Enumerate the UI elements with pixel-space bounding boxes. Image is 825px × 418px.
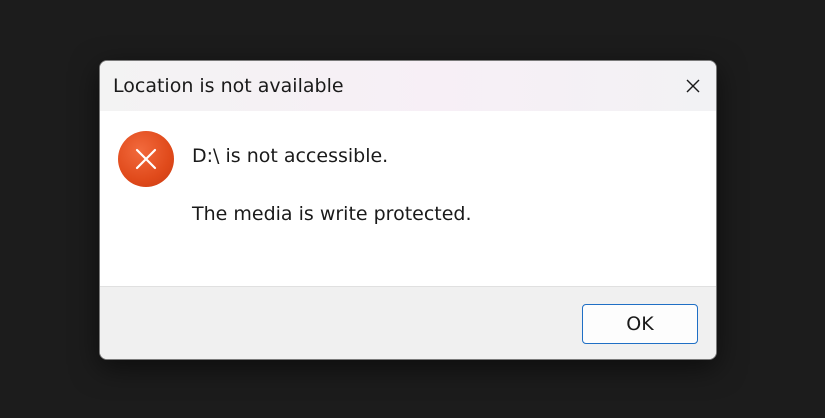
close-icon [686,79,700,93]
dialog-content: D:\ is not accessible. The media is writ… [100,111,716,286]
dialog-titlebar: Location is not available [100,61,716,111]
error-dialog: Location is not available D:\ is not acc… [99,60,717,360]
dialog-title: Location is not available [113,75,344,97]
ok-button[interactable]: OK [582,304,698,344]
error-x-icon [118,131,174,187]
desktop-background: Location is not available D:\ is not acc… [0,0,825,418]
close-button[interactable] [670,61,716,111]
dialog-footer: OK [100,286,716,359]
error-message-primary: D:\ is not accessible. [192,145,389,167]
error-message-detail: The media is write protected. [192,203,472,225]
